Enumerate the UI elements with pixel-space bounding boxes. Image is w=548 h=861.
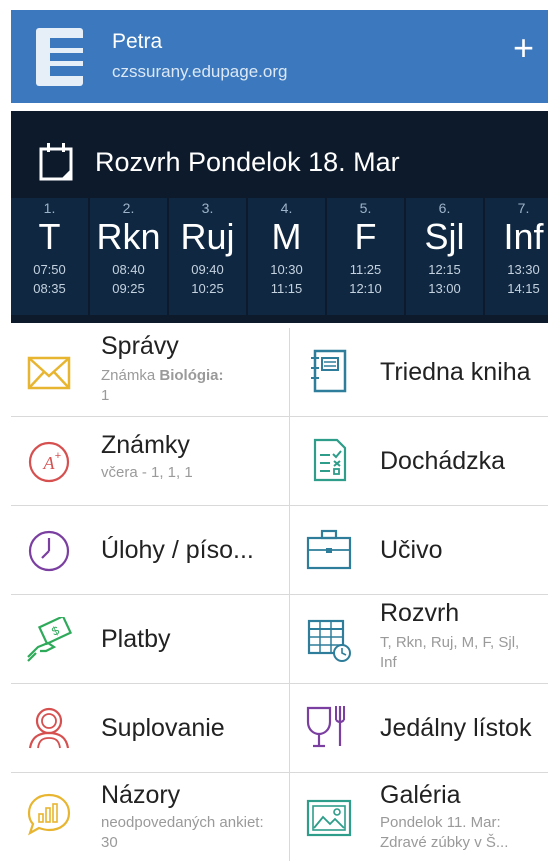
briefcase-icon xyxy=(306,529,352,570)
tile-subtitle: včera - 1, 1, 1 xyxy=(101,464,193,481)
substitute-icon xyxy=(28,707,70,749)
poll-icon xyxy=(27,793,71,836)
timetable-icon xyxy=(307,619,351,662)
lesson-4[interactable]: 4. M 10:30 11:15 xyxy=(248,198,325,315)
menu-tile-ulohy[interactable]: Úlohy / píso... xyxy=(11,506,290,595)
lesson-end: 12:10 xyxy=(349,281,382,296)
subtitle-bold: Biológia: xyxy=(159,367,224,384)
menu-tile-suplovanie[interactable]: Suplovanie xyxy=(11,684,290,773)
tile-label: Dochádzka xyxy=(380,447,506,475)
svg-text:+: + xyxy=(55,450,61,462)
lesson-number: 1. xyxy=(43,200,56,216)
lesson-subject: Rkn xyxy=(96,216,161,257)
app-header: Petra czssurany.edupage.org + xyxy=(11,10,548,103)
lesson-start: 09:40 xyxy=(191,262,224,277)
lesson-subject: Sjl xyxy=(424,216,465,257)
lesson-subject: T xyxy=(38,216,61,257)
menu-tile-galeria[interactable]: Galéria Pondelok 11. Mar: Zdravé zúbky v… xyxy=(290,773,548,861)
lesson-number: 2. xyxy=(122,200,135,216)
header-divider xyxy=(11,103,548,111)
envelope-icon xyxy=(27,356,71,390)
tile-subtitle: Známka Biológia: 1 xyxy=(101,366,281,406)
notebook-icon xyxy=(311,349,347,393)
lesson-subject: M xyxy=(271,216,302,257)
payment-icon: $ xyxy=(27,617,72,662)
tile-label: Učivo xyxy=(380,536,443,564)
lesson-start: 10:30 xyxy=(270,262,303,277)
subtitle-value: 1 xyxy=(101,387,110,404)
lesson-end: 09:25 xyxy=(112,281,145,296)
school-domain: czssurany.edupage.org xyxy=(112,62,288,81)
lesson-number: 6. xyxy=(438,200,451,216)
grade-icon: A + xyxy=(28,441,70,483)
lesson-number: 3. xyxy=(201,200,214,216)
tile-label: Galéria xyxy=(380,781,461,809)
lesson-strip[interactable]: 1. T 07:50 08:35 2. Rkn 08:40 09:25 3. R… xyxy=(11,198,548,315)
lesson-number: 5. xyxy=(359,200,372,216)
tile-label: Názory xyxy=(101,781,181,809)
lesson-5[interactable]: 5. F 11:25 12:10 xyxy=(327,198,404,315)
lesson-end: 13:00 xyxy=(428,281,461,296)
clock-icon xyxy=(28,530,70,572)
lesson-start: 07:50 xyxy=(33,262,66,277)
menu-tile-ucivo[interactable]: Učivo xyxy=(290,506,548,595)
menu-tile-rozvrh[interactable]: Rozvrh T, Rkn, Ruj, M, F, Sjl, Inf xyxy=(290,595,548,684)
lesson-number: 7. xyxy=(517,200,530,216)
tile-label: Známky xyxy=(101,431,190,459)
menu-tile-jedalny-listok[interactable]: Jedálny lístok xyxy=(290,684,548,773)
lesson-2[interactable]: 2. Rkn 08:40 09:25 xyxy=(90,198,167,315)
tile-label: Rozvrh xyxy=(380,599,460,627)
dining-icon xyxy=(306,706,345,748)
lesson-end: 14:15 xyxy=(507,281,540,296)
lesson-end: 10:25 xyxy=(191,281,224,296)
menu-tile-spravy[interactable]: Správy Známka Biológia: 1 xyxy=(11,328,290,417)
lesson-start: 13:30 xyxy=(507,262,540,277)
menu-tile-nazory[interactable]: Názory neodpovedaných ankiet: 30 xyxy=(11,773,290,861)
tile-label: Jedálny lístok xyxy=(380,714,532,742)
lesson-end: 11:15 xyxy=(270,281,303,296)
menu-tile-triedna-kniha[interactable]: Triedna kniha xyxy=(290,328,548,417)
svg-text:$: $ xyxy=(49,623,61,639)
lesson-7[interactable]: 7. Inf 13:30 14:15 xyxy=(485,198,548,315)
svg-text:A: A xyxy=(43,453,56,473)
calendar-icon xyxy=(39,143,73,181)
lesson-6[interactable]: 6. Sjl 12:15 13:00 xyxy=(406,198,483,315)
tile-label: Suplovanie xyxy=(101,714,225,742)
tile-subtitle: Pondelok 11. Mar: Zdravé zúbky v Š... xyxy=(380,813,548,853)
subtitle-line1: Pondelok 11. Mar: xyxy=(380,814,501,831)
subtitle-text: Známka xyxy=(101,367,160,384)
subtitle-line2: Zdravé zúbky v Š... xyxy=(380,834,509,851)
user-name[interactable]: Petra xyxy=(112,30,162,54)
menu-tile-dochadzka[interactable]: Dochádzka xyxy=(290,417,548,506)
tile-label: Platby xyxy=(101,625,171,653)
timetable-banner[interactable]: Rozvrh Pondelok 18. Mar 1. T 07:50 08:35… xyxy=(11,111,548,323)
frame-border-left xyxy=(0,0,11,861)
attendance-icon xyxy=(313,438,347,482)
tile-label: Úlohy / píso... xyxy=(101,536,254,564)
lesson-subject: F xyxy=(354,216,377,257)
app-screen: Petra czssurany.edupage.org + Rozvrh Pon… xyxy=(0,0,548,861)
tile-subtitle: T, Rkn, Ruj, M, F, Sjl, Inf xyxy=(380,634,520,671)
lesson-start: 08:40 xyxy=(112,262,145,277)
lesson-subject: Ruj xyxy=(180,216,235,257)
lesson-3[interactable]: 3. Ruj 09:40 10:25 xyxy=(169,198,246,315)
lesson-subject: Inf xyxy=(503,216,544,257)
lesson-end: 08:35 xyxy=(33,281,66,296)
lesson-start: 12:15 xyxy=(428,262,461,277)
add-account-button[interactable]: + xyxy=(513,28,534,68)
edupage-logo xyxy=(36,28,83,86)
menu-tile-platby[interactable]: $ Platby xyxy=(11,595,290,684)
lesson-1[interactable]: 1. T 07:50 08:35 xyxy=(11,198,88,315)
lesson-number: 4. xyxy=(280,200,293,216)
timetable-title: Rozvrh Pondelok 18. Mar xyxy=(95,147,400,177)
tile-subtitle: neodpovedaných ankiet: 30 xyxy=(101,814,264,851)
frame-border-top xyxy=(0,0,548,10)
lesson-start: 11:25 xyxy=(349,262,382,277)
tile-label: Triedna kniha xyxy=(380,358,531,386)
menu-tile-znamky[interactable]: A + Známky včera - 1, 1, 1 xyxy=(11,417,290,506)
tile-label: Správy xyxy=(101,332,179,360)
gallery-icon xyxy=(306,799,352,837)
